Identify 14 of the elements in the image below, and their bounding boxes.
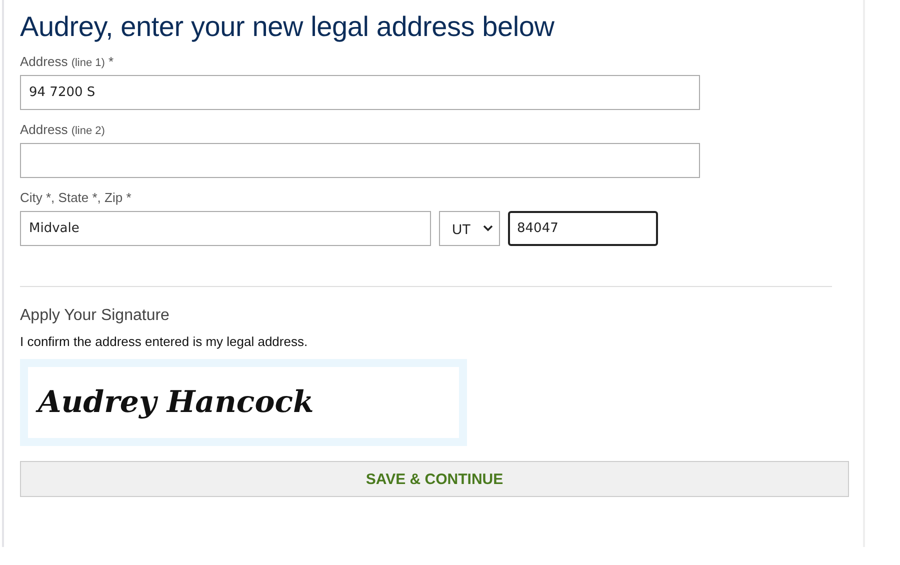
state-dropdown[interactable]: UT	[439, 211, 500, 246]
address-field[interactable]	[20, 143, 700, 178]
city-field[interactable]: Midvale	[20, 211, 431, 246]
chevron-down-icon	[483, 225, 493, 232]
signature: Audrey Hancock	[28, 367, 459, 438]
page-heading: Audrey, enter your new legal address below	[20, 10, 556, 43]
field-label: Address (line 1) *	[20, 54, 114, 69]
field-label: City *, State *, Zip *	[20, 190, 132, 205]
address-field[interactable]: 94 7200 S	[20, 75, 700, 110]
field-label: Address (line 2)	[20, 122, 105, 137]
zip-field[interactable]: 84047	[508, 211, 658, 246]
confirmation-text: I confirm the address entered is my legal address.	[20, 334, 309, 349]
section-title: Apply Your Signature	[20, 307, 170, 325]
save-continue-button[interactable]: SAVE & CONTINUE	[20, 461, 849, 497]
